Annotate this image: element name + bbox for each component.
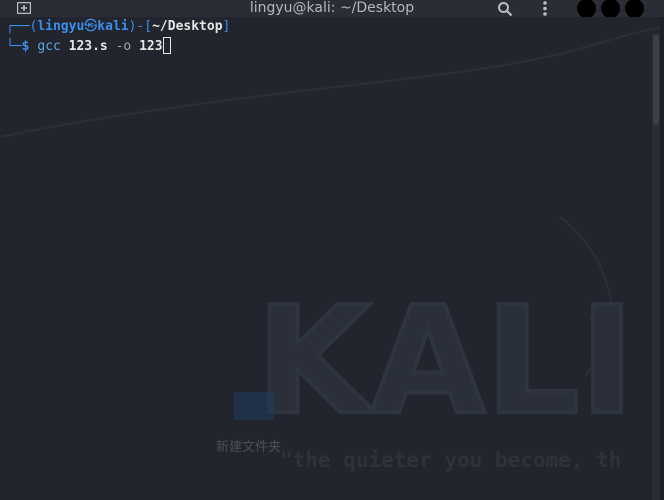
- command-line[interactable]: └─$ gcc 123.s -o 123: [6, 37, 171, 57]
- terminal-lines: ┌──(lingyu㉿kali)-[~/Desktop] └─$ gcc 123…: [0, 0, 656, 483]
- prompt-frame-end: ]: [222, 19, 231, 34]
- kebab-menu-icon[interactable]: [538, 0, 552, 17]
- minimize-button[interactable]: [577, 0, 596, 17]
- command-name: gcc: [37, 39, 61, 54]
- terminal-window: KALI L 新建文件夹 "the quieter you become, th…: [0, 0, 664, 500]
- prompt-at: ㉿: [84, 19, 98, 34]
- search-icon[interactable]: [497, 1, 513, 17]
- command-arg-source: 123.s: [68, 39, 108, 54]
- prompt-sep: )-[: [128, 19, 153, 34]
- window-edge: [660, 17, 664, 500]
- prompt-path: ~/Desktop: [152, 19, 223, 34]
- scrollbar-thumb[interactable]: [653, 35, 659, 125]
- text-cursor: [162, 37, 171, 54]
- maximize-button[interactable]: [601, 0, 620, 17]
- command-flag: -o: [115, 39, 132, 54]
- prompt-line: ┌──(lingyu㉿kali)-[~/Desktop]: [6, 17, 230, 37]
- command-arg-output: 123: [139, 39, 163, 54]
- prompt-symbol: $: [21, 39, 30, 54]
- prompt-frame-start: ┌──(: [6, 19, 38, 34]
- prompt-user: lingyu: [37, 19, 85, 34]
- prompt-frame-bottom: └─: [6, 39, 22, 54]
- close-button[interactable]: [625, 0, 644, 17]
- title-bar[interactable]: lingyu@kali: ~/Desktop: [0, 0, 664, 17]
- window-title: lingyu@kali: ~/Desktop: [249, 0, 415, 16]
- prompt-host: kali: [97, 19, 129, 34]
